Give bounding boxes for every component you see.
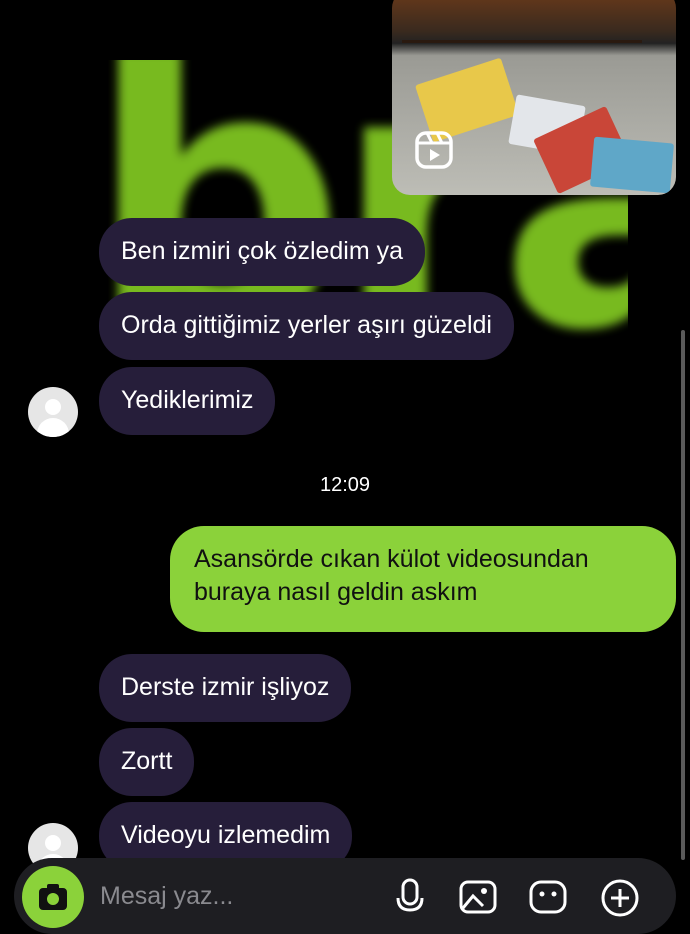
incoming-message[interactable]: Orda gittiğimiz yerler aşırı güzeldi (99, 292, 514, 360)
camera-icon (39, 884, 67, 910)
chat-scrollbar[interactable] (681, 330, 685, 860)
plus-icon[interactable] (598, 874, 642, 918)
avatar-head (45, 835, 61, 851)
message-input[interactable]: Mesaj yaz... (100, 882, 233, 911)
incoming-message[interactable]: Zortt (99, 728, 195, 796)
message-timestamp: 12:09 (319, 474, 371, 496)
avatar-head (45, 399, 61, 415)
reels-icon (415, 131, 453, 169)
incoming-message[interactable]: Derste izmir işliyoz (99, 654, 352, 722)
outgoing-message[interactable]: Asansörde cıkan külot videosundan buraya… (170, 526, 676, 632)
camera-button[interactable] (22, 866, 84, 928)
shared-reel-thumbnail[interactable] (392, 0, 676, 195)
incoming-message[interactable]: Ben izmiri çok özledim ya (99, 218, 426, 286)
gallery-icon[interactable] (456, 874, 500, 918)
reel-background (402, 0, 642, 43)
contact-avatar[interactable] (28, 387, 78, 437)
microphone-icon[interactable] (388, 874, 432, 918)
avatar-body (37, 418, 69, 437)
sticker-icon[interactable] (526, 874, 570, 918)
incoming-message[interactable]: Yediklerimiz (99, 367, 276, 435)
reel-image-detail (589, 136, 675, 194)
